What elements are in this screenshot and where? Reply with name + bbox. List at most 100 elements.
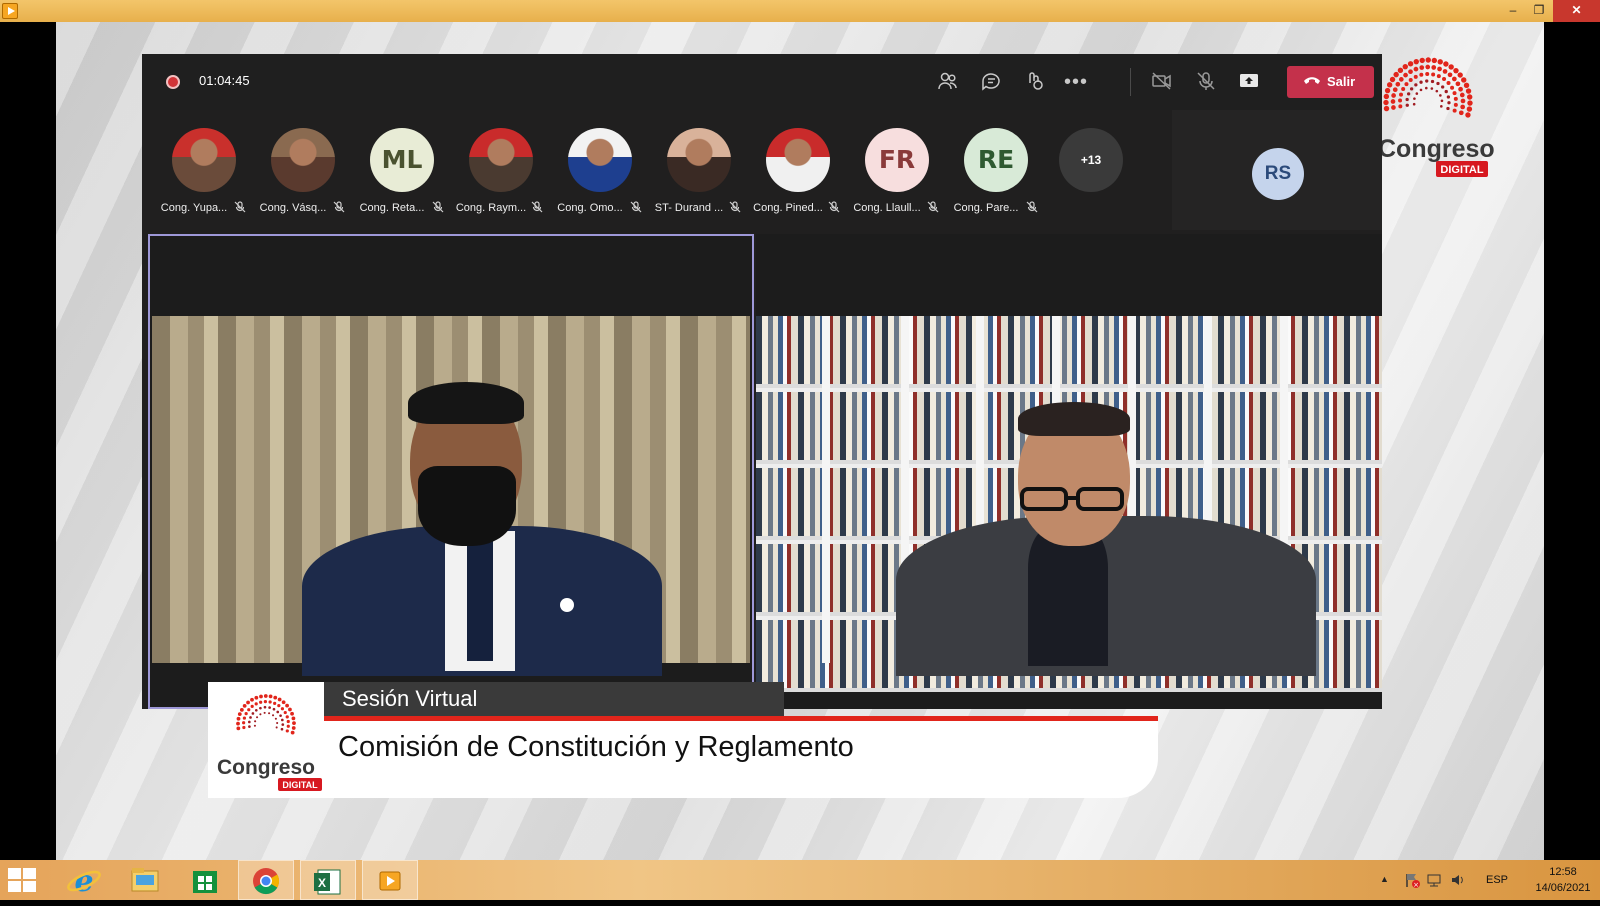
logo-dot [1466,106,1473,112]
logo-dot [1419,80,1423,84]
logo-dot [263,705,267,709]
show-hidden-icons-icon[interactable]: ▲ [1380,874,1389,884]
media-player-taskbar-icon[interactable] [362,860,418,900]
media-player-icon[interactable] [2,3,18,19]
logo-dot [242,721,246,725]
logo-dot [1408,77,1413,82]
participant-tile[interactable]: Cong. Pined... [748,128,848,228]
store-icon[interactable] [176,860,232,900]
network-icon[interactable] [1426,872,1442,891]
logo-dot [1446,106,1450,111]
internet-explorer-icon[interactable]: e [56,860,112,900]
speaker-tie [467,541,493,661]
logo-dot [1459,92,1465,98]
window-titlebar: – ❐ ✕ [0,0,1600,22]
logo-dot [1442,69,1448,74]
logo-dot [277,704,281,708]
logo-dot [268,700,272,704]
excel-icon[interactable]: X [300,860,356,900]
participant-name: Cong. Raym... [455,202,527,214]
minimize-button[interactable]: – [1500,0,1526,22]
lower-third-banner: Congreso DIGITAL Sesión Virtual Comisión… [208,682,1158,802]
participant-tile[interactable]: FR Cong. Llaull... [847,128,947,228]
chrome-icon[interactable] [238,860,294,900]
logo-dot [268,706,271,709]
logo-dot [283,710,287,715]
logo-dot [254,695,259,700]
logo-dot [276,721,279,725]
maximize-button[interactable]: ❐ [1526,0,1552,22]
more-participants-button[interactable]: +13 [1059,128,1123,192]
logo-dot [1437,66,1442,72]
participant-tile[interactable]: ML Cong. Reta... [352,128,452,228]
logo-dot [1431,72,1436,77]
participant-tile[interactable]: Cong. Yupa... [154,128,254,228]
participant-name: Cong. Reta... [359,202,425,214]
logo-dot [247,708,251,712]
logo-dot [1458,110,1464,116]
logo-dot [1419,57,1425,64]
leave-button[interactable]: Salir [1287,66,1374,98]
logo-dot [263,711,266,714]
logo-dot [249,716,252,719]
input-language[interactable]: ESP [1486,874,1508,886]
session-label: Sesión Virtual [324,682,784,716]
clock-time[interactable]: 12:58 [1533,866,1593,878]
logo-dot [1406,92,1411,96]
logo-dot [1398,104,1403,109]
logo-dot [259,713,262,716]
logo-dot [1401,87,1406,92]
logo-dot [1461,77,1467,83]
participant-avatar [568,128,632,192]
logo-dot [244,712,248,716]
logo-dot [1383,105,1390,112]
close-button[interactable]: ✕ [1553,0,1600,22]
logo-dot [1460,104,1465,110]
participants-icon[interactable] [936,70,960,94]
logo-dot [1383,93,1390,100]
logo-dot [280,727,284,731]
muted-mic-icon [234,201,246,216]
clock-date[interactable]: 14/06/2021 [1528,882,1598,894]
logo-dot [1413,97,1416,100]
participant-tile[interactable]: Cong. Raym... [451,128,551,228]
meeting-window: 01:04:45 ••• Salir Cong. Yupa... Cong. V… [142,54,1382,709]
logo-dot [1425,72,1430,77]
logo-dot [1457,72,1463,78]
logo-dot [1398,92,1403,97]
logo-dot [274,717,277,720]
file-explorer-icon[interactable] [116,860,172,900]
camera-off-icon[interactable] [1150,70,1174,94]
participant-tile[interactable]: RE Cong. Pare... [946,128,1046,228]
self-avatar[interactable]: RS [1252,148,1304,200]
participant-tile[interactable]: Cong. Omo... [550,128,650,228]
chat-icon[interactable] [979,70,1003,94]
logo-dot [1395,81,1401,87]
start-button-icon[interactable] [8,868,38,892]
logo-dot [280,718,284,722]
muted-mic-icon [333,201,345,216]
video-tile-speaker[interactable] [148,234,754,709]
logo-dot [285,729,289,733]
guest-video-feed [756,316,1382,692]
action-center-flag-icon[interactable]: × [1404,872,1420,891]
congreso-digital-logo: Congreso DIGITAL [1378,40,1530,180]
mic-off-icon[interactable] [1194,70,1218,94]
more-options-icon[interactable]: ••• [1064,70,1088,94]
participant-avatar [766,128,830,192]
participant-name: Cong. Llaull... [853,202,921,214]
logo-dot [1436,74,1441,79]
reactions-icon[interactable] [1022,70,1046,94]
logo-dot [1413,74,1418,79]
logo-dot [1452,91,1457,96]
lapel-pin [560,598,574,612]
muted-mic-icon [531,201,543,216]
logo-dot [1384,87,1391,94]
participant-tile[interactable]: ST- Durand ... [649,128,749,228]
share-screen-icon[interactable] [1237,70,1261,94]
volume-icon[interactable] [1450,872,1466,891]
video-tile-guest[interactable] [756,234,1382,709]
glasses-icon [1018,486,1128,512]
logo-dot [285,715,289,719]
participant-tile[interactable]: Cong. Vásq... [253,128,353,228]
